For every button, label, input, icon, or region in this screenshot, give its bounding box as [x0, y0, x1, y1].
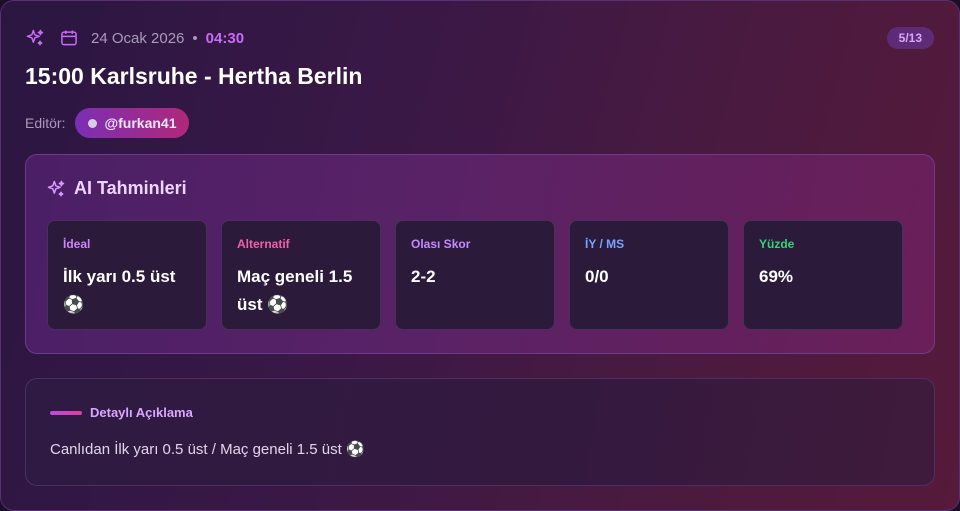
page-counter-badge: 5/13	[886, 27, 934, 49]
match-title: 15:00 Karlsruhe - Hertha Berlin	[25, 63, 363, 89]
match-time: 04:30	[205, 29, 245, 47]
prediction-label: Olası Skor	[411, 237, 471, 251]
prediction-value: 2-2	[411, 267, 436, 286]
prediction-alternative: Alternatif Maç geneli 1.5 üst ⚽	[221, 220, 381, 330]
prediction-label: İY / MS	[585, 237, 625, 251]
prediction-value: 69%	[759, 267, 794, 286]
prediction-value: İlk yarı 0.5 üst ⚽	[63, 267, 176, 314]
prediction-label: Alternatif	[237, 237, 290, 251]
ai-predictions-panel: AI Tahminleri İdeal İlk yarı 0.5 üst ⚽ A…	[25, 154, 935, 354]
calendar-icon	[59, 28, 79, 48]
match-card: 24 Ocak 2026 • 04:30 5/13 15:00 Karlsruh…	[0, 0, 960, 511]
prediction-value: 0/0	[585, 267, 609, 286]
prediction-ht-ft: İY / MS 0/0	[569, 220, 729, 330]
date-time-separator: •	[192, 29, 198, 47]
detail-panel: Detaylı Açıklama Canlıdan İlk yarı 0.5 ü…	[25, 378, 935, 486]
prediction-boxes: İdeal İlk yarı 0.5 üst ⚽ Alternatif Maç …	[47, 220, 903, 330]
editor-handle: @furkan41	[104, 115, 177, 131]
prediction-label: İdeal	[63, 237, 91, 251]
match-date: 24 Ocak 2026	[91, 29, 185, 47]
detail-text: Canlıdan İlk yarı 0.5 üst / Maç geneli 1…	[50, 441, 365, 458]
sparkles-icon	[25, 28, 45, 48]
ai-predictions-title: AI Tahminleri	[74, 178, 187, 198]
prediction-label: Yüzde	[759, 237, 795, 251]
detail-header: Detaylı Açıklama	[50, 405, 193, 420]
prediction-percentage: Yüzde 69%	[743, 220, 903, 330]
prediction-score: Olası Skor 2-2	[395, 220, 555, 330]
accent-bar	[50, 410, 82, 415]
prediction-ideal: İdeal İlk yarı 0.5 üst ⚽	[47, 220, 207, 330]
detail-title: Detaylı Açıklama	[90, 405, 193, 420]
editor-row: Editör: @furkan41	[25, 107, 190, 139]
editor-chip[interactable]: @furkan41	[75, 108, 190, 138]
editor-label: Editör:	[25, 115, 66, 131]
sparkles-icon	[46, 179, 66, 199]
card-meta: 24 Ocak 2026 • 04:30	[25, 27, 244, 49]
ai-predictions-header: AI Tahminleri	[46, 178, 187, 199]
prediction-value: Maç geneli 1.5 üst ⚽	[237, 267, 353, 314]
status-dot-icon	[88, 118, 98, 128]
